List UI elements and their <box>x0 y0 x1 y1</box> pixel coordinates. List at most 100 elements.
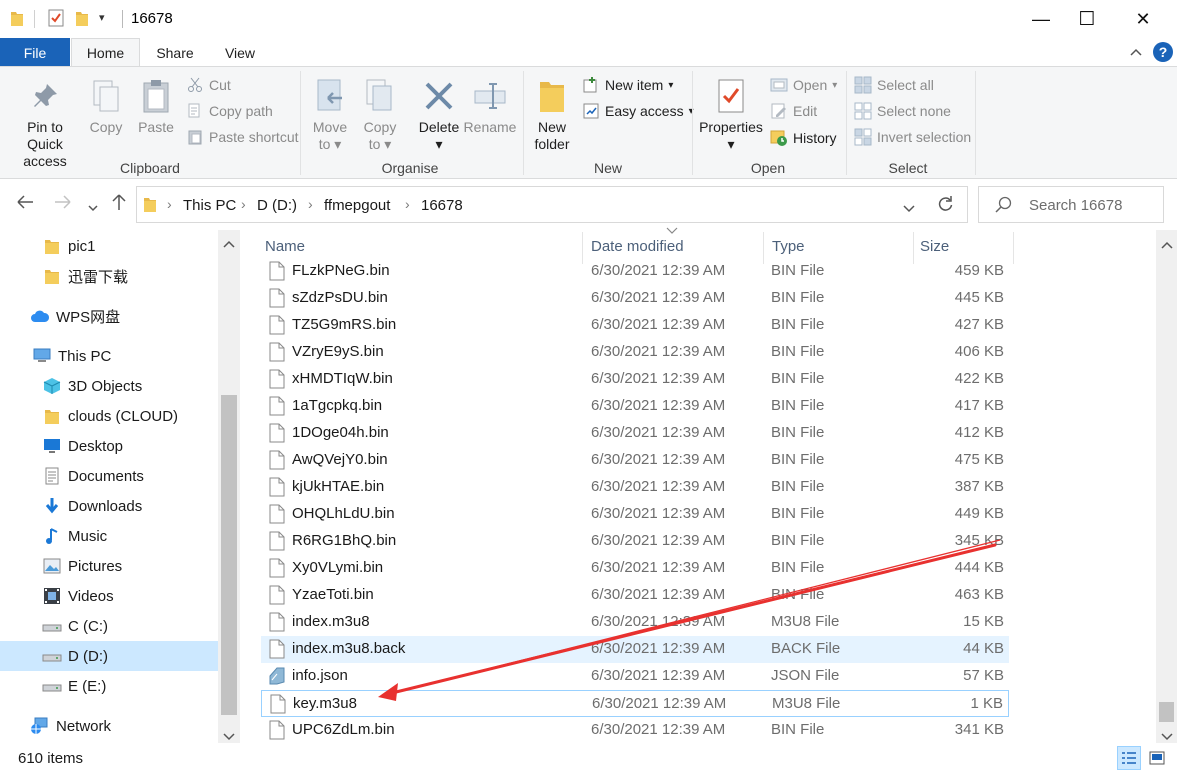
breadcrumb-d-drive[interactable]: D (D:) <box>257 197 297 214</box>
history-button[interactable]: History <box>770 129 837 147</box>
invert-selection-button[interactable]: Invert selection <box>854 128 971 146</box>
address-bar[interactable]: › This PC › D (D:) › ffmepgout › 16678 <box>136 186 1064 223</box>
table-row[interactable]: index.m3u8.back 6/30/2021 12:39 AM BACK Fi… <box>261 636 1009 663</box>
paste-shortcut-button[interactable]: Paste shortcut <box>186 128 299 146</box>
table-row[interactable]: AwQVejY0.bin 6/30/2021 12:39 AM BIN File 47… <box>261 447 1009 474</box>
move-to-button[interactable]: Move to ▾ <box>308 73 352 153</box>
maximize-button[interactable]: ☐ <box>1064 0 1110 38</box>
sidebar-item[interactable]: 迅雷下载 <box>0 261 218 291</box>
nav-scrollbar[interactable] <box>218 230 240 743</box>
delete-button[interactable]: Delete ▾ <box>416 73 462 153</box>
rename-button[interactable]: Rename <box>464 73 516 136</box>
paste-button[interactable]: Paste <box>134 73 178 136</box>
column-header-name[interactable]: Name <box>265 238 305 255</box>
close-button[interactable]: ✕ <box>1120 0 1166 38</box>
tab-file[interactable]: File <box>0 38 70 67</box>
network-icon <box>30 716 50 736</box>
large-icons-view-icon[interactable] <box>1145 746 1169 770</box>
breadcrumb-chevron-icon[interactable]: › <box>241 196 246 212</box>
sidebar-item[interactable]: This PC <box>0 341 218 371</box>
sidebar-item[interactable]: Music <box>0 521 218 551</box>
address-dropdown-icon[interactable] <box>903 200 915 216</box>
breadcrumb-chevron-icon[interactable]: › <box>405 196 410 212</box>
table-row[interactable]: TZ5G9mRS.bin 6/30/2021 12:39 AM BIN File 42… <box>261 312 1009 339</box>
new-folder-button[interactable]: New folder <box>530 73 574 153</box>
column-separator[interactable] <box>1013 232 1014 264</box>
sidebar-item[interactable]: 3D Objects <box>0 371 218 401</box>
table-row[interactable]: R6RG1BhQ.bin 6/30/2021 12:39 AM BIN File 34… <box>261 528 1009 555</box>
file-list-scroll-thumb[interactable] <box>1159 702 1174 722</box>
forward-arrow-icon[interactable] <box>54 194 72 214</box>
sidebar-item[interactable]: E (E:) <box>0 671 218 701</box>
edit-button[interactable]: Edit <box>770 102 817 120</box>
breadcrumb-chevron-icon[interactable]: › <box>308 196 313 212</box>
table-row[interactable]: kjUkHTAE.bin 6/30/2021 12:39 AM BIN File 38… <box>261 474 1009 501</box>
tab-share[interactable]: Share <box>148 38 202 67</box>
new-folder-qa-icon[interactable] <box>75 9 89 30</box>
recent-locations-icon[interactable] <box>88 197 98 217</box>
properties-button[interactable]: Properties ▾ <box>698 73 764 153</box>
table-row[interactable]: VZryE9yS.bin 6/30/2021 12:39 AM BIN File 40… <box>261 339 1009 366</box>
sidebar-item[interactable]: Downloads <box>0 491 218 521</box>
breadcrumb-ffmepgout[interactable]: ffmepgout <box>324 197 390 214</box>
sidebar-item[interactable]: D (D:) <box>0 641 218 671</box>
table-row[interactable]: Xy0VLymi.bin 6/30/2021 12:39 AM BIN File 44… <box>261 555 1009 582</box>
breadcrumb-chevron-icon[interactable]: › <box>167 196 172 212</box>
table-row[interactable]: FLzkPNeG.bin 6/30/2021 12:39 AM BIN File 45… <box>261 258 1009 285</box>
table-row[interactable]: OHQLhLdU.bin 6/30/2021 12:39 AM BIN File 44… <box>261 501 1009 528</box>
column-header-type[interactable]: Type <box>772 238 805 255</box>
file-list-scrollbar[interactable] <box>1156 230 1177 743</box>
sidebar-item-label: Videos <box>68 587 114 605</box>
sidebar-item[interactable]: Videos <box>0 581 218 611</box>
column-header-size[interactable]: Size <box>920 238 949 255</box>
sidebar-item[interactable]: Network <box>0 711 218 741</box>
scroll-down-icon[interactable] <box>1161 728 1173 744</box>
sidebar-item[interactable]: Desktop <box>0 431 218 461</box>
table-row[interactable]: 1aTgcpkq.bin 6/30/2021 12:39 AM BIN File 41… <box>261 393 1009 420</box>
sidebar-item[interactable]: Documents <box>0 461 218 491</box>
scroll-down-icon[interactable] <box>223 728 235 744</box>
tab-home[interactable]: Home <box>71 38 140 67</box>
refresh-icon[interactable] <box>936 195 954 216</box>
breadcrumb-current-folder[interactable]: 16678 <box>421 197 463 214</box>
collapse-ribbon-icon[interactable] <box>1130 43 1142 59</box>
table-row[interactable]: key.m3u8 6/30/2021 12:39 AM M3U8 File 1 KB <box>261 690 1009 717</box>
search-box[interactable]: Search 16678 <box>978 186 1164 223</box>
copy-to-button[interactable]: Copy to ▾ <box>358 73 402 153</box>
sidebar-item[interactable]: pic1 <box>0 231 218 261</box>
scroll-up-icon[interactable] <box>223 235 235 251</box>
details-view-icon[interactable] <box>1117 746 1141 770</box>
table-row[interactable]: info.json 6/30/2021 12:39 AM JSON File 57 K… <box>261 663 1009 690</box>
cut-button[interactable]: Cut <box>186 76 231 94</box>
tab-view[interactable]: View <box>214 38 266 67</box>
file-type: BIN File <box>771 316 825 333</box>
breadcrumb-this-pc[interactable]: This PC <box>183 197 236 214</box>
table-row[interactable]: YzaeToti.bin 6/30/2021 12:39 AM BIN File 46… <box>261 582 1009 609</box>
properties-qa-icon[interactable] <box>48 9 64 30</box>
select-none-button[interactable]: Select none <box>854 102 951 120</box>
scroll-up-icon[interactable] <box>1161 236 1173 252</box>
nav-scroll-thumb[interactable] <box>221 395 237 715</box>
pin-to-quick-access-button[interactable]: Pin to Quick access <box>8 73 82 170</box>
open-button[interactable]: Open ▾ <box>770 76 837 94</box>
table-row[interactable]: index.m3u8 6/30/2021 12:39 AM M3U8 File 15 … <box>261 609 1009 636</box>
table-row[interactable]: 1DOge04h.bin 6/30/2021 12:39 AM BIN File 41… <box>261 420 1009 447</box>
help-button[interactable]: ? <box>1153 42 1173 62</box>
back-arrow-icon[interactable] <box>16 194 34 214</box>
sidebar-item[interactable]: WPS网盘 <box>0 301 218 331</box>
table-row[interactable]: xHMDTIqW.bin 6/30/2021 12:39 AM BIN File 42… <box>261 366 1009 393</box>
select-all-button[interactable]: Select all <box>854 76 934 94</box>
table-row[interactable]: sZdzPsDU.bin 6/30/2021 12:39 AM BIN File 44… <box>261 285 1009 312</box>
sidebar-item[interactable]: C (C:) <box>0 611 218 641</box>
column-header-date[interactable]: Date modified <box>591 238 684 255</box>
copy-button[interactable]: Copy <box>86 73 126 136</box>
easy-access-button[interactable]: Easy access ▾ <box>582 102 694 120</box>
new-item-button[interactable]: New item ▾ <box>582 76 673 94</box>
sidebar-item[interactable]: clouds (CLOUD) <box>0 401 218 431</box>
sidebar-item[interactable]: Pictures <box>0 551 218 581</box>
minimize-button[interactable]: — <box>1018 0 1064 38</box>
copy-path-button[interactable]: Copy path <box>186 102 273 120</box>
qa-customize-icon[interactable]: ▾ <box>99 11 105 24</box>
up-arrow-icon[interactable] <box>112 193 126 216</box>
table-row[interactable]: UPC6ZdLm.bin 6/30/2021 12:39 AM BIN File 34… <box>261 717 1009 744</box>
